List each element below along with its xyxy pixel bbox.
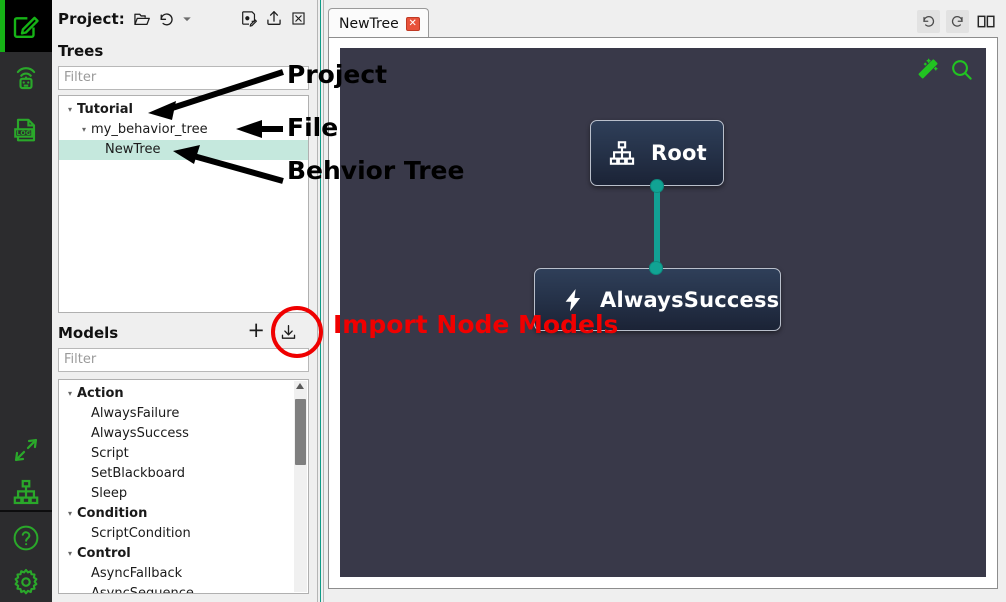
rail-editor-button[interactable] xyxy=(0,0,52,52)
tree-canvas[interactable]: Root AlwaysSuccess xyxy=(340,48,986,577)
collapse-icon xyxy=(12,436,40,464)
chevron-down-icon[interactable] xyxy=(182,14,192,24)
model-item-row[interactable]: Script xyxy=(59,444,292,464)
redo-button[interactable] xyxy=(946,10,969,33)
model-item-label: AsyncFallback xyxy=(91,564,182,584)
models-filter-input[interactable]: Filter xyxy=(58,348,309,372)
graph-node-label: Root xyxy=(651,141,707,165)
model-item-label: AlwaysSuccess xyxy=(91,424,189,444)
chevron-down-icon[interactable]: ▾ xyxy=(63,100,77,120)
models-list[interactable]: ▾ActionAlwaysFailureAlwaysSuccessScriptS… xyxy=(58,379,309,594)
model-item-label: Script xyxy=(91,444,129,464)
model-item-row[interactable]: ▾Condition xyxy=(59,504,292,524)
trees-filter-input[interactable]: Filter xyxy=(58,66,309,90)
help-icon xyxy=(11,523,41,553)
tree-item-label: my_behavior_tree xyxy=(91,120,208,140)
redo-icon xyxy=(950,14,965,29)
split-view-button[interactable] xyxy=(975,10,998,33)
models-title: Models xyxy=(58,324,118,342)
scrollbar-thumb[interactable] xyxy=(295,399,306,465)
model-item-row[interactable]: AsyncFallback xyxy=(59,564,292,584)
graph-port-output[interactable] xyxy=(650,179,664,193)
monitor-icon xyxy=(11,63,41,93)
canvas-tools xyxy=(915,57,974,82)
model-item-label: Condition xyxy=(77,504,147,524)
icon-rail: LOG xyxy=(0,0,52,602)
upload-icon[interactable] xyxy=(265,9,283,27)
model-item-row[interactable]: ▾Control xyxy=(59,544,292,564)
editor-toolbar xyxy=(917,10,998,33)
tree-item-label: Tutorial xyxy=(77,100,133,120)
tree-item-row[interactable]: ▾Tutorial xyxy=(59,100,308,120)
chevron-down-icon[interactable]: ▾ xyxy=(63,384,77,404)
model-item-row[interactable]: ScriptCondition xyxy=(59,524,292,544)
model-item-row[interactable]: SetBlackboard xyxy=(59,464,292,484)
hierarchy-icon xyxy=(12,478,40,506)
model-item-row[interactable]: AlwaysSuccess xyxy=(59,424,292,444)
editor-icon xyxy=(11,11,41,41)
trees-title: Trees xyxy=(58,38,103,64)
rail-log-button[interactable]: LOG xyxy=(0,104,52,156)
save-as-icon[interactable] xyxy=(240,9,258,27)
chevron-down-icon[interactable]: ▾ xyxy=(63,544,77,564)
tree-item-row[interactable]: ▾my_behavior_tree xyxy=(59,120,308,140)
model-item-label: Action xyxy=(77,384,124,404)
zoom-icon[interactable] xyxy=(949,57,974,82)
project-actions xyxy=(240,9,307,27)
tree-item-row[interactable]: NewTree xyxy=(59,140,308,160)
split-view-icon xyxy=(977,14,996,29)
undo-button[interactable] xyxy=(917,10,940,33)
panel-splitter[interactable] xyxy=(317,0,324,602)
graph-edge xyxy=(654,186,660,268)
tab-newtree[interactable]: NewTree ✕ xyxy=(328,8,429,38)
scroll-up-arrow-icon[interactable] xyxy=(296,383,304,389)
app-window: LOG xyxy=(0,0,1006,602)
trees-list[interactable]: ▾Tutorial▾my_behavior_treeNewTree xyxy=(58,95,309,313)
canvas-frame: Root AlwaysSuccess xyxy=(328,37,998,589)
add-model-button[interactable]: + xyxy=(247,318,265,342)
settings-icon xyxy=(11,567,41,597)
folder-open-icon[interactable] xyxy=(133,10,151,28)
graph-port-input[interactable] xyxy=(649,261,663,275)
log-icon: LOG xyxy=(11,115,41,145)
graph-node-alwayssuccess[interactable]: AlwaysSuccess xyxy=(534,268,781,331)
left-panel: Project: xyxy=(52,0,317,602)
graph-node-label: AlwaysSuccess xyxy=(600,288,779,312)
model-item-label: SetBlackboard xyxy=(91,464,185,484)
models-header: Models + xyxy=(58,320,309,346)
model-item-label: AlwaysFailure xyxy=(91,404,179,424)
graph-node-root[interactable]: Root xyxy=(590,120,724,186)
model-item-row[interactable]: Sleep xyxy=(59,484,292,504)
download-icon[interactable] xyxy=(279,323,298,342)
editor-area: NewTree ✕ xyxy=(324,0,1006,602)
svg-text:LOG: LOG xyxy=(17,129,31,137)
model-item-label: ScriptCondition xyxy=(91,524,191,544)
rail-monitor-button[interactable] xyxy=(0,52,52,104)
model-item-label: Control xyxy=(77,544,131,564)
chevron-down-icon[interactable]: ▾ xyxy=(77,120,91,140)
hierarchy-icon xyxy=(607,139,637,167)
model-item-row[interactable]: AlwaysFailure xyxy=(59,404,292,424)
magic-wand-icon[interactable] xyxy=(915,57,940,82)
recent-icon[interactable] xyxy=(158,11,175,28)
close-icon[interactable]: ✕ xyxy=(406,17,420,31)
tree-item-label: NewTree xyxy=(105,140,160,160)
rail-settings-button[interactable] xyxy=(0,556,52,602)
models-scrollbar[interactable] xyxy=(294,381,307,592)
model-item-label: Sleep xyxy=(91,484,127,504)
model-item-row[interactable]: ▾Action xyxy=(59,384,292,404)
chevron-down-icon[interactable]: ▾ xyxy=(63,504,77,524)
close-project-icon[interactable] xyxy=(290,10,307,27)
model-item-label: AsyncSequence xyxy=(91,584,194,594)
model-item-row[interactable]: AsyncSequence xyxy=(59,584,292,594)
undo-icon xyxy=(921,14,936,29)
tab-label: NewTree xyxy=(339,16,399,32)
project-label: Project: xyxy=(58,10,125,28)
tab-strip: NewTree ✕ xyxy=(324,8,1006,38)
bolt-icon xyxy=(560,285,586,315)
project-header: Project: xyxy=(52,6,317,32)
